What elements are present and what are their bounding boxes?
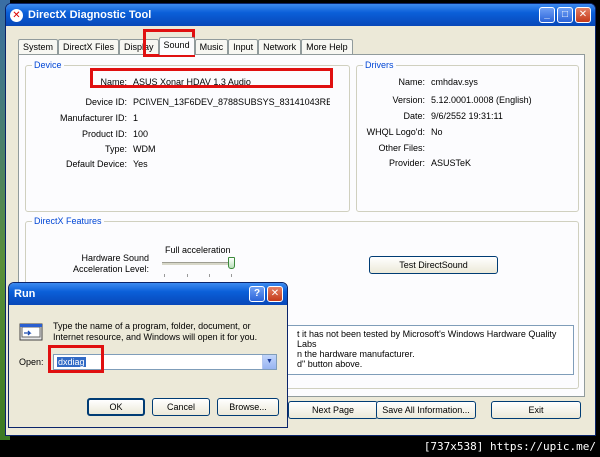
maximize-button[interactable]: □ xyxy=(557,7,573,23)
provider-value: ASUSTeK xyxy=(431,158,472,168)
accel-slider-thumb[interactable] xyxy=(228,257,235,269)
other-files-row: Other Files: xyxy=(359,143,431,153)
exit-button[interactable]: Exit xyxy=(491,401,581,419)
slider-value-label: Full acceleration xyxy=(165,245,231,255)
drivers-group-title: Drivers xyxy=(363,60,396,70)
driver-version-value: 5.12.0001.0008 (English) xyxy=(431,95,532,105)
tab-music[interactable]: Music xyxy=(194,39,229,54)
slider-tick xyxy=(231,274,232,277)
device-group-title: Device xyxy=(32,60,64,70)
default-device-label: Default Device: xyxy=(65,159,127,169)
slider-tick xyxy=(209,274,210,277)
driver-date-row: Date: 9/6/2552 19:31:11 xyxy=(359,111,503,121)
tab-strip: System DirectX Files Display Sound Music… xyxy=(18,37,353,55)
type-row: Type: WDM xyxy=(29,144,156,154)
manufacturer-id-row: Manufacturer ID: 1 xyxy=(29,113,138,123)
close-button[interactable]: ✕ xyxy=(575,7,591,23)
directx-app-icon: ✕ xyxy=(10,8,23,22)
ok-button[interactable]: OK xyxy=(87,398,145,416)
open-label: Open: xyxy=(19,357,44,367)
watermark: [737x538] https://upic.me/ xyxy=(423,440,596,453)
type-value: WDM xyxy=(133,144,156,154)
tab-more-help[interactable]: More Help xyxy=(301,39,353,54)
tab-directx-files[interactable]: DirectX Files xyxy=(58,39,120,54)
tab-sound[interactable]: Sound xyxy=(158,37,195,55)
directx-features-title: DirectX Features xyxy=(32,216,104,226)
driver-date-value: 9/6/2552 19:31:11 xyxy=(431,111,503,121)
driver-version-label: Version: xyxy=(392,95,425,105)
chevron-down-icon[interactable]: ▼ xyxy=(262,355,276,369)
run-description: Type the name of a program, folder, docu… xyxy=(53,321,258,342)
notes-line-3: d" button above. xyxy=(297,359,363,369)
whql-row: WHQL Logo'd: No xyxy=(359,127,443,137)
tab-input[interactable]: Input xyxy=(228,39,259,54)
provider-row: Provider: ASUSTeK xyxy=(359,158,471,168)
cancel-button[interactable]: Cancel xyxy=(152,398,210,416)
default-device-row: Default Device: Yes xyxy=(29,159,148,169)
driver-date-label: Date: xyxy=(403,111,425,121)
browse-button[interactable]: Browse... xyxy=(217,398,279,416)
device-id-value: PCI\VEN_13F6DEV_8788SUBSYS_83141043REV_0… xyxy=(133,97,330,107)
highlight-open-input xyxy=(48,345,104,373)
other-files-label: Other Files: xyxy=(378,143,425,153)
next-page-button[interactable]: Next Page xyxy=(288,401,378,419)
notes-line-1: t it has not been tested by Microsoft's … xyxy=(297,329,557,349)
driver-name-row: Name: cmhdav.sys xyxy=(359,77,478,87)
tab-network[interactable]: Network xyxy=(258,39,302,54)
run-title: Run xyxy=(14,288,36,300)
run-program-icon xyxy=(19,323,43,341)
drivers-group: Drivers xyxy=(356,60,579,212)
whql-value: No xyxy=(431,127,443,137)
run-titlebar[interactable]: Run xyxy=(9,283,287,305)
manufacturer-id-label: Manufacturer ID: xyxy=(59,113,127,123)
hw-accel-label: Hardware Sound Acceleration Level: xyxy=(72,253,149,274)
type-label: Type: xyxy=(104,144,127,154)
help-button[interactable]: ? xyxy=(249,286,265,302)
title-buttons: _ □ ✕ xyxy=(539,7,591,23)
run-title-buttons: ? ✕ xyxy=(249,286,283,302)
whql-label: WHQL Logo'd: xyxy=(366,127,425,137)
slider-tick xyxy=(164,274,165,277)
minimize-button[interactable]: _ xyxy=(539,7,555,23)
accel-slider-track[interactable] xyxy=(162,262,232,265)
slider-tick xyxy=(187,274,188,277)
save-all-information-button[interactable]: Save All Information... xyxy=(376,401,476,419)
product-id-label: Product ID: xyxy=(81,129,127,139)
test-directsound-button[interactable]: Test DirectSound xyxy=(369,256,498,274)
window-title: DirectX Diagnostic Tool xyxy=(28,9,152,21)
highlight-device-name xyxy=(90,68,333,88)
provider-label: Provider: xyxy=(388,158,425,168)
driver-version-row: Version: 5.12.0001.0008 (English) xyxy=(359,95,532,105)
dx-titlebar[interactable]: ✕ DirectX Diagnostic Tool xyxy=(6,4,595,26)
device-id-row: Device ID: PCI\VEN_13F6DEV_8788SUBSYS_83… xyxy=(29,97,330,107)
driver-name-label: Name: xyxy=(398,77,425,87)
manufacturer-id-value: 1 xyxy=(133,113,139,123)
product-id-value: 100 xyxy=(133,129,149,139)
driver-name-value: cmhdav.sys xyxy=(431,77,478,87)
run-close-button[interactable]: ✕ xyxy=(267,286,283,302)
product-id-row: Product ID: 100 xyxy=(29,129,148,139)
default-device-value: Yes xyxy=(133,159,148,169)
notes-line-2: n the hardware manufacturer. xyxy=(297,349,415,359)
device-id-label: Device ID: xyxy=(85,97,127,107)
tab-system[interactable]: System xyxy=(18,39,59,54)
